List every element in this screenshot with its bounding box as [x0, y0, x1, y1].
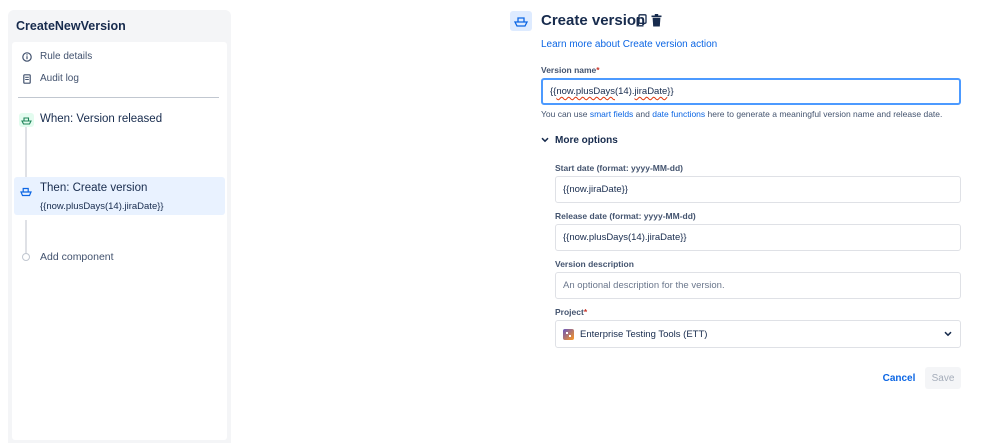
add-component-dot: [22, 253, 30, 261]
required-mark: *: [583, 307, 588, 317]
version-name-word2: jiraDate: [634, 86, 668, 97]
more-options-label: More options: [555, 135, 618, 146]
more-options-toggle[interactable]: More options: [541, 135, 618, 146]
description-label: Version description: [555, 259, 634, 269]
helper-text: You can use smart fields and date functi…: [541, 109, 942, 119]
action-label: Then: Create version: [40, 182, 148, 194]
rule-details-item[interactable]: Rule details: [22, 51, 92, 62]
version-name-suffix: }}: [667, 86, 674, 97]
trigger-item[interactable]: When: Version released: [40, 113, 162, 125]
ship-icon: [20, 184, 32, 197]
release-date-input[interactable]: {{now.plusDays(14).jiraDate}}: [555, 224, 961, 251]
document-icon: [22, 73, 32, 84]
start-date-input[interactable]: {{now.jiraDate}}: [555, 176, 961, 203]
helper-middle: and: [633, 109, 653, 119]
action-item-selected[interactable]: Then: Create version {{now.plusDays(14).…: [14, 177, 225, 215]
project-select[interactable]: Enterprise Testing Tools (ETT): [555, 320, 961, 348]
page-title: Create version: [541, 12, 646, 29]
add-component-button[interactable]: Add component: [40, 251, 114, 263]
divider: [18, 97, 219, 98]
project-value: Enterprise Testing Tools (ETT): [580, 328, 708, 340]
flow-connector: [25, 220, 27, 254]
version-name-label: Version name*: [541, 65, 600, 75]
chevron-down-icon: [541, 135, 549, 146]
audit-log-item[interactable]: Audit log: [22, 73, 79, 84]
start-date-label: Start date (format: yyyy-MM-dd): [555, 163, 683, 173]
version-name-word1: now.plusDays: [556, 86, 615, 97]
description-input[interactable]: An optional description for the version.: [555, 272, 961, 299]
rule-panel: CreateNewVersion Rule details Audit log …: [8, 10, 231, 443]
version-name-mid: (14).: [614, 86, 635, 97]
copy-icon[interactable]: [636, 14, 647, 32]
helper-before: You can use: [541, 109, 590, 119]
learn-more-link[interactable]: Learn more about Create version action: [541, 39, 717, 50]
project-label: Project*: [555, 307, 587, 317]
version-name-input[interactable]: {{now.plusDays (14). jiraDate}}: [541, 78, 961, 105]
helper-after: here to generate a meaningful version na…: [705, 109, 943, 119]
chevron-down-icon: [944, 329, 952, 340]
trash-icon[interactable]: [651, 14, 662, 32]
release-date-label: Release date (format: yyyy-MM-dd): [555, 211, 696, 221]
smart-fields-link[interactable]: smart fields: [590, 109, 633, 119]
rule-title: CreateNewVersion: [16, 19, 126, 33]
project-avatar-icon: [563, 328, 574, 340]
cancel-button[interactable]: Cancel: [878, 368, 920, 388]
trigger-ship-icon: [19, 113, 34, 127]
required-mark: *: [596, 65, 600, 75]
rule-card: Rule details Audit log When: Version rel…: [12, 42, 227, 440]
info-icon: [22, 51, 32, 62]
rule-details-label: Rule details: [40, 51, 93, 62]
project-label-text: Project: [555, 307, 584, 317]
date-functions-link[interactable]: date functions: [652, 109, 705, 119]
action-summary: {{now.plusDays(14).jiraDate}}: [40, 201, 164, 212]
create-version-ship-icon: [510, 11, 532, 31]
save-button[interactable]: Save: [925, 367, 961, 389]
audit-log-label: Audit log: [40, 73, 79, 84]
version-name-label-text: Version name: [541, 65, 597, 75]
